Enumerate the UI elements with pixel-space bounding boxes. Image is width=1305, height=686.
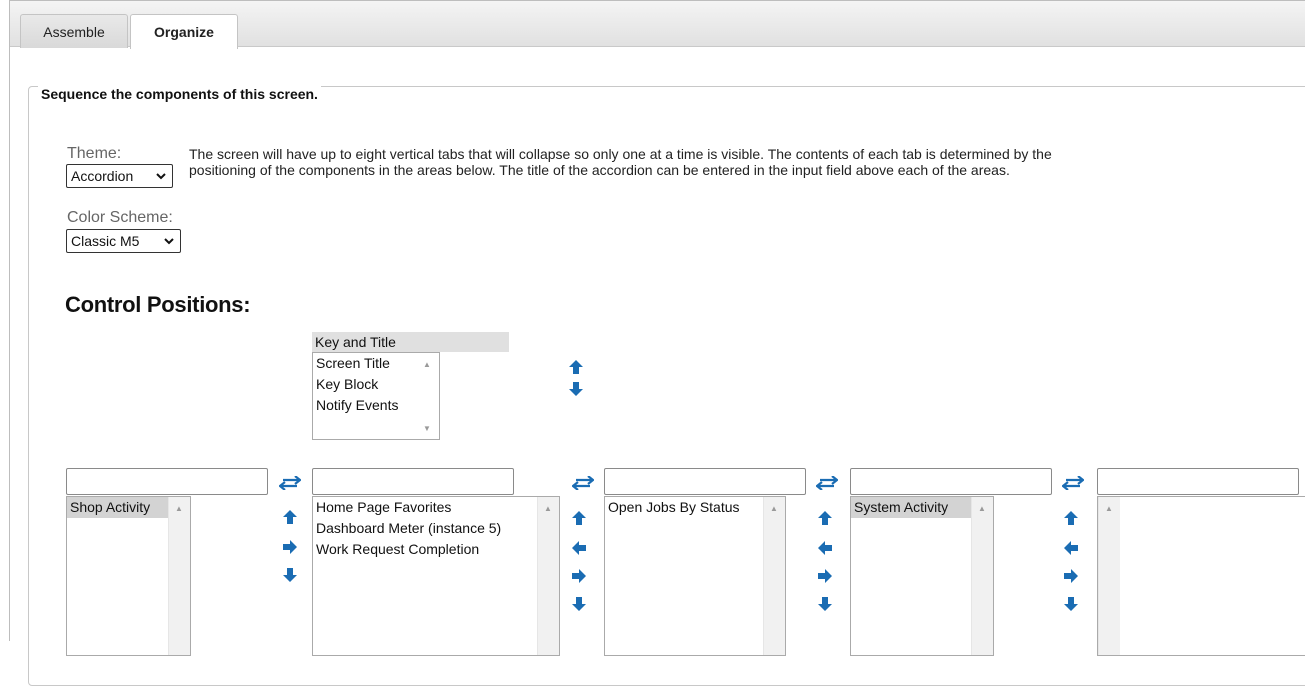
chevron-down-icon: [164, 238, 174, 245]
arrow-down-icon[interactable]: [569, 382, 583, 396]
area-3-title-input[interactable]: [604, 468, 806, 495]
scrollbar[interactable]: ▲: [1098, 497, 1120, 655]
color-scheme-label: Color Scheme:: [67, 209, 173, 226]
arrow-left-icon[interactable]: [1064, 541, 1078, 555]
area-2-listbox[interactable]: Home Page Favorites Dashboard Meter (ins…: [312, 496, 560, 656]
arrow-right-icon[interactable]: [572, 569, 586, 583]
scrollbar[interactable]: ▲: [971, 497, 993, 655]
scrollbar[interactable]: ▲: [763, 497, 785, 655]
theme-select-value: Accordion: [71, 168, 134, 184]
arrow-up-icon[interactable]: [572, 511, 586, 525]
arrow-down-icon[interactable]: [572, 597, 586, 611]
swap-icon[interactable]: [572, 476, 594, 490]
swap-icon[interactable]: [279, 476, 301, 490]
arrow-left-icon[interactable]: [818, 541, 832, 555]
swap-icon[interactable]: [1062, 476, 1084, 490]
area-5-title-input[interactable]: [1097, 468, 1299, 495]
area-1-listbox[interactable]: Shop Activity ▲: [66, 496, 191, 656]
arrow-up-icon[interactable]: [283, 510, 297, 524]
key-title-header: Key and Title: [312, 332, 509, 352]
arrow-down-icon[interactable]: [818, 597, 832, 611]
list-item[interactable]: Open Jobs By Status: [605, 497, 785, 518]
arrow-up-icon[interactable]: [569, 360, 583, 374]
list-item[interactable]: Dashboard Meter (instance 5): [313, 518, 559, 539]
list-item[interactable]: Home Page Favorites: [313, 497, 559, 518]
theme-select[interactable]: Accordion: [66, 164, 173, 188]
arrow-left-icon[interactable]: [572, 541, 586, 555]
tab-bar: Assemble Organize: [10, 1, 1305, 49]
scrollbar[interactable]: ▲: [168, 497, 190, 655]
scroll-up-icon[interactable]: ▲: [770, 504, 778, 513]
list-item[interactable]: Work Request Completion: [313, 539, 559, 560]
arrow-up-icon[interactable]: [818, 511, 832, 525]
arrow-down-icon[interactable]: [1064, 597, 1078, 611]
arrow-down-icon[interactable]: [283, 568, 297, 582]
scroll-up-icon[interactable]: ▲: [978, 504, 986, 513]
list-item[interactable]: System Activity: [851, 497, 972, 518]
tab-assemble[interactable]: Assemble: [20, 14, 128, 48]
area-1-title-input[interactable]: [66, 468, 268, 495]
scroll-down-icon[interactable]: ▼: [423, 424, 431, 433]
layout-description: The screen will have up to eight vertica…: [189, 146, 1052, 178]
swap-icon[interactable]: [816, 476, 838, 490]
area-5-listbox[interactable]: ▲: [1097, 496, 1305, 656]
scrollbar[interactable]: ▲: [537, 497, 559, 655]
color-scheme-select[interactable]: Classic M5: [66, 229, 181, 253]
chevron-down-icon: [156, 173, 166, 180]
area-4-listbox[interactable]: System Activity ▲: [850, 496, 994, 656]
theme-label: Theme:: [67, 145, 122, 162]
scroll-up-icon[interactable]: ▲: [175, 504, 183, 513]
scroll-up-icon[interactable]: ▲: [1105, 504, 1113, 513]
scrollbar[interactable]: ▲ ▼: [417, 353, 439, 439]
scroll-up-icon[interactable]: ▲: [423, 360, 431, 369]
section-legend: Sequence the components of this screen.: [38, 86, 321, 102]
arrow-right-icon[interactable]: [283, 540, 297, 554]
tab-organize[interactable]: Organize: [130, 14, 238, 49]
color-scheme-select-value: Classic M5: [71, 233, 140, 249]
arrow-right-icon[interactable]: [818, 569, 832, 583]
arrow-up-icon[interactable]: [1064, 511, 1078, 525]
control-positions-heading: Control Positions:: [65, 292, 251, 317]
area-2-title-input[interactable]: [312, 468, 514, 495]
scroll-up-icon[interactable]: ▲: [544, 504, 552, 513]
key-title-listbox[interactable]: Screen Title Key Block Notify Events ▲ ▼: [312, 352, 440, 440]
area-3-listbox[interactable]: Open Jobs By Status ▲: [604, 496, 786, 656]
list-item[interactable]: Shop Activity: [67, 497, 169, 518]
area-4-title-input[interactable]: [850, 468, 1052, 495]
arrow-right-icon[interactable]: [1064, 569, 1078, 583]
